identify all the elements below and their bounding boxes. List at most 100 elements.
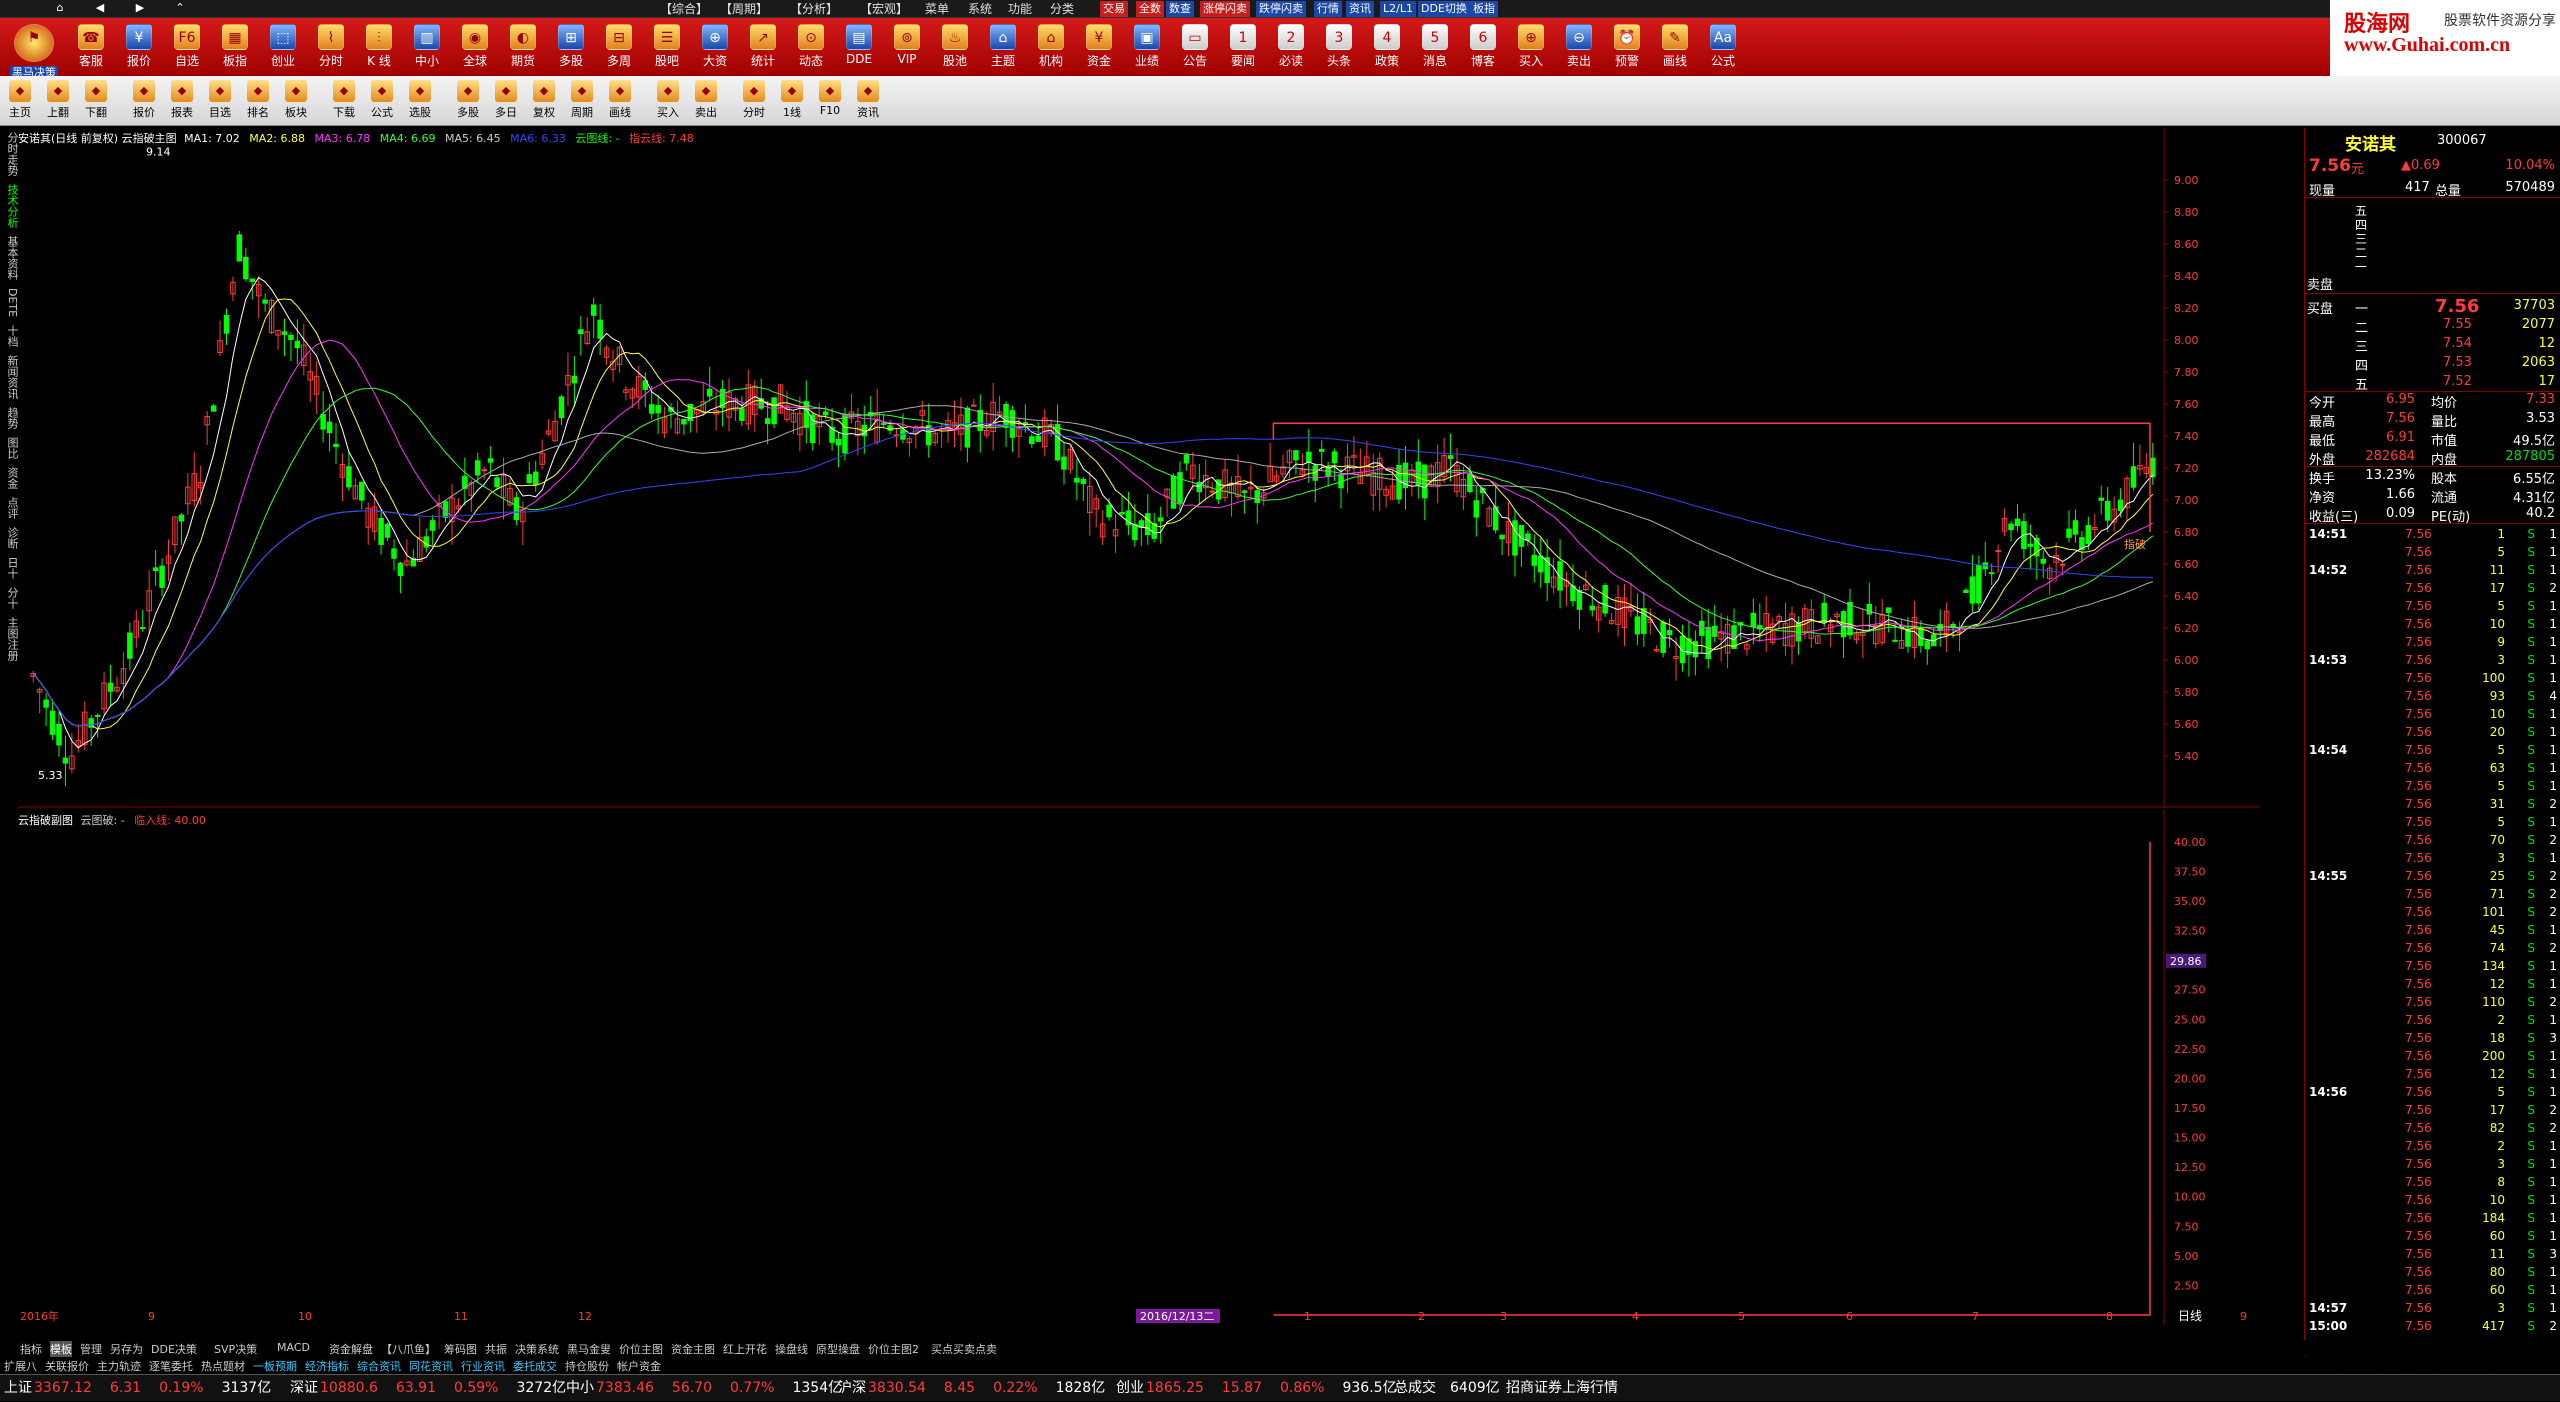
menu-tag[interactable]: 数查 [1166,1,1194,17]
buy-level-row[interactable]: 四 7.53 2063 [2305,355,2560,374]
index-quote[interactable]: 创业 1865.25 15.87 0.86% 936.5亿 [1116,1375,1397,1402]
indicator-tab[interactable]: 买点买卖点卖 [931,1341,997,1357]
toolbar-button[interactable]: ⊟ 多周 [596,22,642,76]
indicator-tab[interactable]: MACD [277,1341,310,1354]
leftnav-item[interactable]: 诊断 [0,523,19,553]
toolbar-button[interactable]: ¥ 资金 [1076,22,1122,76]
indicator-tab[interactable]: 黑马金叟 [567,1341,611,1357]
leftnav-item[interactable]: DETE [0,284,19,321]
indicator-tab[interactable]: 原型操盘 [816,1341,860,1357]
toolbar2-button[interactable]: ◆ 公式 [364,79,400,123]
toolbar-button[interactable]: Aa 公式 [1700,22,1746,76]
menu-tag[interactable]: 板指 [1470,1,1498,17]
toolbar-button[interactable]: 3 头条 [1316,22,1362,76]
toolbar-button[interactable]: ▤ DDE [836,22,882,76]
indicator-tab[interactable]: 操盘线 [775,1341,808,1357]
function-tab[interactable]: 主力轨迹 [97,1358,141,1374]
indicator-tab[interactable]: 资金主图 [671,1341,715,1357]
leftnav-item[interactable]: 日十 [0,553,19,583]
indicator-tab[interactable]: 决策系统 [515,1341,559,1357]
toolbar-button[interactable]: F6 自选 [164,22,210,76]
toolbar-button[interactable]: 1 要闻 [1220,22,1266,76]
menu-tag[interactable]: 资讯 [1346,1,1374,17]
toolbar-button[interactable]: 4 政策 [1364,22,1410,76]
toolbar2-button[interactable]: ◆ 复权 [526,79,562,123]
menu-item[interactable]: 菜单 [925,1,949,17]
indicator-tab[interactable]: 价位主图 [619,1341,663,1357]
toolbar-button[interactable]: 5 消息 [1412,22,1458,76]
function-tab[interactable]: 逐笔委托 [149,1358,193,1374]
toolbar-button[interactable]: ♨ 股池 [932,22,978,76]
leftnav-item[interactable]: 技术分析 [0,180,19,232]
toolbar-button[interactable]: ▣ 业绩 [1124,22,1170,76]
function-tab[interactable]: 帐户资金 [617,1358,661,1374]
leftnav-item[interactable]: 图比 [0,433,19,463]
leftnav-item[interactable]: 点评 [0,493,19,523]
function-tab[interactable]: 热点题材 [201,1358,245,1374]
menu-item[interactable]: 系统 [968,1,992,17]
indicator-svg[interactable]: 40.0037.5035.0032.5030.0027.5025.0022.50… [18,810,2260,1325]
menu-item[interactable]: 【宏观】 [860,1,908,17]
kline-svg[interactable]: 9.00 8.80 8.60 8.40 8.20 8.00 7.80 7.60 7.40 7.20… [18,128,2260,808]
toolbar2-button[interactable]: ◆ 多日 [488,79,524,123]
toolbar-button[interactable]: ⊖ 卖出 [1556,22,1602,76]
function-tab[interactable]: 经济指标 [305,1358,349,1374]
toolbar-button[interactable]: ◉ 全球 [452,22,498,76]
toolbar2-button[interactable]: ◆ 排名 [240,79,276,123]
logo-button[interactable]: ⚑ 黑马决策 [4,22,64,79]
index-quote[interactable]: 沪深 3830.54 8.45 0.22% 1828亿 [838,1375,1105,1402]
menu-tag[interactable]: 涨停闪卖 [1200,1,1250,17]
toolbar2-button[interactable]: ◆ 1线 [774,79,810,123]
indicator-tab[interactable]: 【八爪鱼】 [381,1341,436,1357]
toolbar2-button[interactable]: ◆ 下翻 [78,79,114,123]
function-tab[interactable]: 委托成交 [513,1358,557,1374]
toolbar2-button[interactable]: ◆ 报价 [126,79,162,123]
function-tab[interactable]: 扩展八 [4,1358,37,1374]
index-quote[interactable]: 上证 3367.12 6.31 0.19% 3137亿 [4,1375,271,1402]
period-label[interactable]: 日线 [2178,1309,2202,1323]
toolbar-button[interactable]: ⌇ 分时 [308,22,354,76]
toolbar2-button[interactable]: ◆ 多股 [450,79,486,123]
index-quote[interactable]: 中小 7383.46 56.70 0.77% 1354亿 [566,1375,842,1402]
menu-tag[interactable]: 行情 [1314,1,1342,17]
menu-item[interactable]: 功能 [1008,1,1032,17]
indicator-tab[interactable]: 共振 [485,1341,507,1357]
buy-level-row[interactable]: 三 7.54 12 [2305,336,2560,355]
toolbar2-button[interactable]: ◆ F10 [812,79,848,123]
toolbar2-button[interactable]: ◆ 资讯 [850,79,886,123]
toolbar2-button[interactable]: ◆ 周期 [564,79,600,123]
leftnav-item[interactable]: 新闻资讯 [0,351,19,403]
kline-chart[interactable]: 9.00 8.80 8.60 8.40 8.20 8.00 7.80 7.60 7.40 7.20… [18,128,2260,808]
toolbar2-button[interactable]: ◆ 上翻 [40,79,76,123]
toolbar2-button[interactable]: ◆ 目选 [202,79,238,123]
toolbar-button[interactable]: ⫶ K 线 [356,22,402,76]
leftnav-item[interactable]: 趋势 [0,403,19,433]
toolbar-button[interactable]: ¥ 报价 [116,22,162,76]
toolbar-button[interactable]: ⊕ 大资 [692,22,738,76]
menu-tag[interactable]: L2/L1 [1380,1,1416,17]
index-quote[interactable]: 深证 10880.6 63.91 0.59% 3272亿 [290,1375,566,1402]
buy-level-row[interactable]: 五 7.52 17 [2305,374,2560,393]
toolbar2-button[interactable]: ◆ 报表 [164,79,200,123]
indicator-tab[interactable]: 筹码图 [444,1341,477,1357]
indicator-tab[interactable]: 管理 [80,1341,102,1357]
function-tab[interactable]: 一板预期 [253,1358,297,1374]
toolbar2-button[interactable]: ◆ 画线 [602,79,638,123]
leftnav-item[interactable]: 基本资料 [0,232,19,284]
function-tab[interactable]: 同花资讯 [409,1358,453,1374]
function-tab[interactable]: 持仓股份 [565,1358,609,1374]
toolbar-button[interactable]: ⊕ 买入 [1508,22,1554,76]
leftnav-item[interactable]: 资金 [0,463,19,493]
menu-item[interactable]: 分类 [1050,1,1074,17]
menu-tag[interactable]: 跌停闪卖 [1256,1,1306,17]
toolbar-button[interactable]: ◐ 期货 [500,22,546,76]
toolbar-button[interactable]: ✎ 画线 [1652,22,1698,76]
menu-item[interactable]: 【综合】 [660,1,708,17]
indicator-tab[interactable]: SVP决策 [214,1341,257,1357]
toolbar2-button[interactable]: ◆ 主页 [2,79,38,123]
toolbar2-button[interactable]: ◆ 选股 [402,79,438,123]
function-tab[interactable]: 行业资讯 [461,1358,505,1374]
indicator-tab[interactable]: DDE决策 [151,1341,197,1357]
function-tab[interactable]: 综合资讯 [357,1358,401,1374]
toolbar-button[interactable]: ⊙ 动态 [788,22,834,76]
